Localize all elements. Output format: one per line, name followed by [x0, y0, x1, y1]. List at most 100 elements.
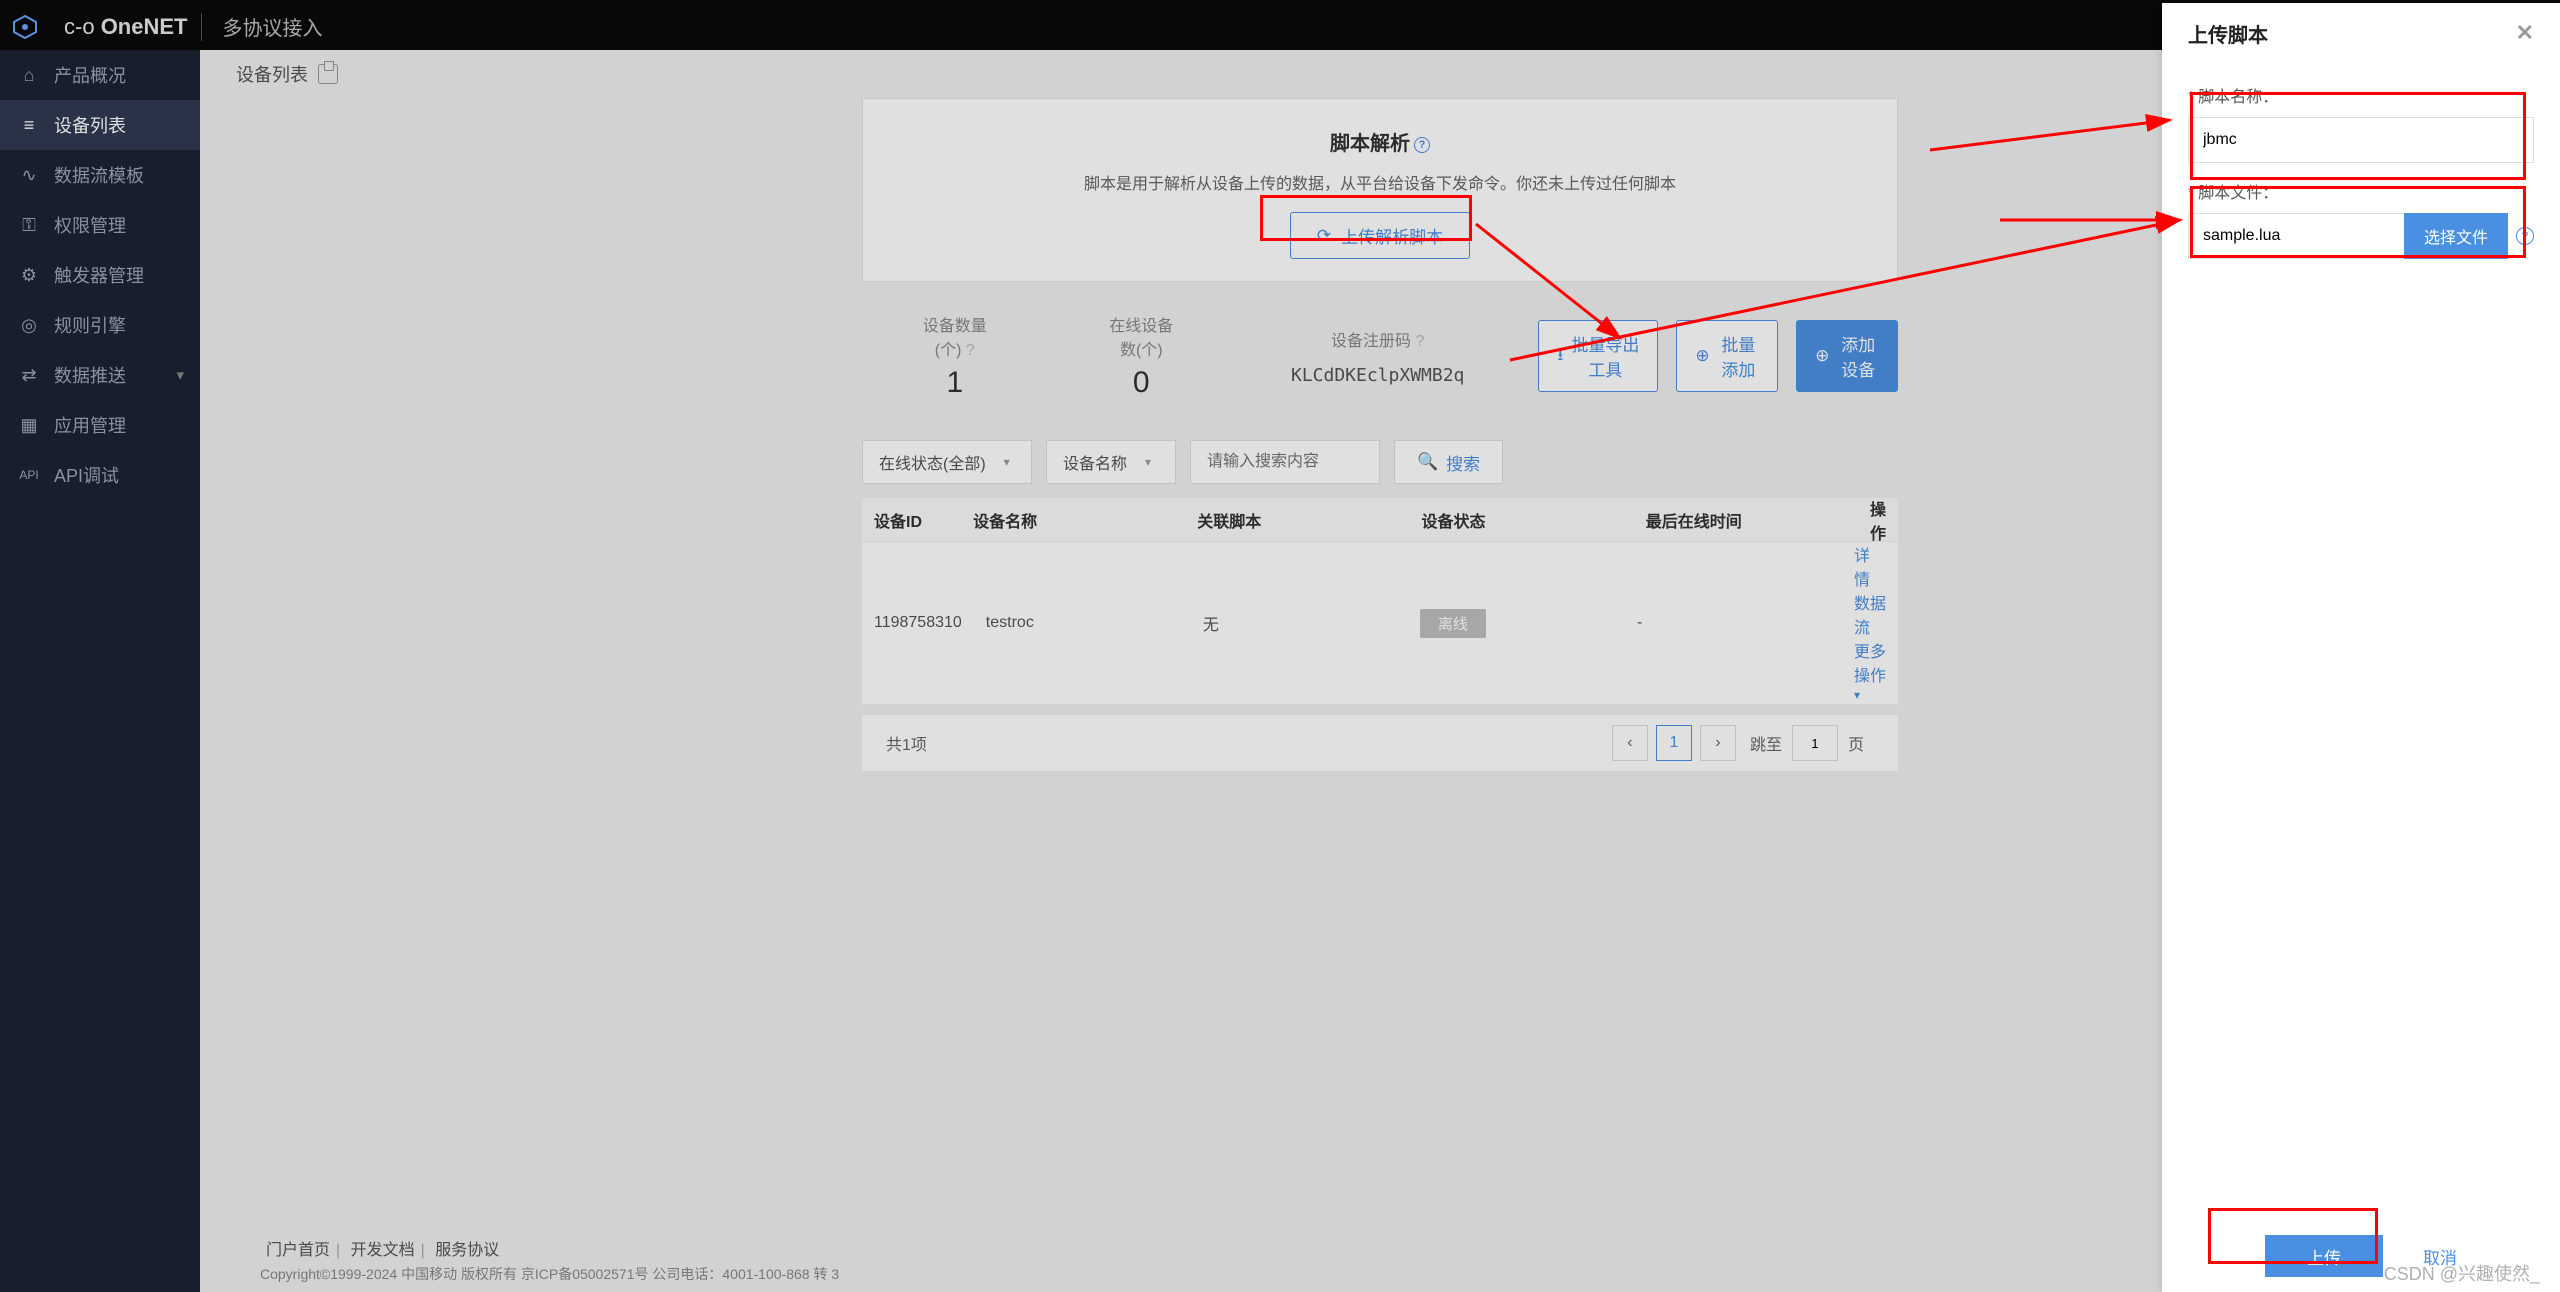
batch-add-button[interactable]: ⊕批量添加	[1676, 320, 1778, 392]
plus-circle-icon: ⊕	[1695, 346, 1709, 366]
upload-button[interactable]: 上传	[2265, 1235, 2383, 1277]
logo-text: c‑o OneNET	[50, 14, 201, 40]
stat-value: 0	[1104, 366, 1179, 400]
upload-icon: ⟳	[1317, 226, 1331, 246]
pager-page-1[interactable]: 1	[1656, 725, 1692, 761]
list-icon: ≡	[18, 115, 40, 136]
stat-regcode: 设备注册码 ? KLCdDKEclpXWMB2q	[1235, 327, 1520, 386]
cell-status: 离线	[1408, 609, 1625, 638]
batch-export-button[interactable]: ⭳批量导出工具	[1538, 320, 1658, 392]
drawer-body: *脚本名称： *脚本文件： 选择文件 ?	[2162, 63, 2560, 1220]
choose-file-button[interactable]: 选择文件	[2404, 213, 2508, 259]
stats-row: 设备数量(个) ? 1 在线设备数(个) 0 设备注册码 ? KLCdDKEcl…	[862, 312, 1898, 400]
cell-ops: 详情 数据流 更多操作	[1842, 542, 1898, 704]
add-device-button[interactable]: ⊕添加设备	[1796, 320, 1898, 392]
sidebar-item-label: 数据流模板	[54, 162, 144, 188]
sidebar-item-push[interactable]: ⇄数据推送▾	[0, 350, 200, 400]
cell-script: 无	[1191, 611, 1408, 635]
op-more-link[interactable]: 更多操作	[1854, 644, 1886, 703]
upload-btn-label: 上传解析脚本	[1341, 223, 1443, 248]
th-name: 设备名称	[961, 508, 1185, 532]
table-row: 1198758310 testroc 无 离线 - 详情 数据流 更多操作	[862, 542, 1898, 705]
footer-link-terms[interactable]: 服务协议	[435, 1242, 499, 1259]
th-ops: 操作	[1858, 496, 1898, 544]
sidebar-item-label: 产品概况	[54, 62, 126, 88]
pager-jump-label: 跳至	[1750, 731, 1782, 755]
pager-prev[interactable]: ‹	[1612, 725, 1648, 761]
script-name-input[interactable]	[2188, 117, 2534, 163]
sidebar-item-api[interactable]: API API调试	[0, 450, 200, 500]
upload-script-drawer: 上传脚本 ✕ *脚本名称： *脚本文件： 选择文件 ? 上传 取消	[2162, 3, 2560, 1292]
search-button[interactable]: 🔍搜索	[1394, 440, 1503, 484]
app-icon	[0, 14, 50, 40]
watermark: CSDN @兴趣使然_	[2384, 1260, 2540, 1286]
footer-link-docs[interactable]: 开发文档	[351, 1242, 415, 1259]
pager-total: 共1项	[886, 731, 927, 755]
sidebar-item-datastream[interactable]: ∿ 数据流模板	[0, 150, 200, 200]
help-icon[interactable]: ?	[1414, 137, 1430, 153]
drawer-title: 上传脚本	[2188, 19, 2268, 48]
protocol-title: 多协议接入	[202, 12, 342, 41]
table-header: 设备ID 设备名称 关联脚本 设备状态 最后在线时间 操作	[862, 498, 1898, 542]
field-dropdown[interactable]: 设备名称▾	[1046, 440, 1176, 484]
sidebar-item-label: API调试	[54, 462, 119, 488]
th-id: 设备ID	[862, 508, 961, 532]
plus-circle-icon: ⊕	[1815, 346, 1829, 366]
key-icon: ⚿	[18, 215, 40, 236]
pagination: 共1项 ‹ 1 › 跳至 页	[862, 715, 1898, 771]
close-icon[interactable]: ✕	[2516, 20, 2534, 46]
sidebar-item-trigger[interactable]: ⚙触发器管理	[0, 250, 200, 300]
target-icon: ◎	[18, 315, 40, 336]
sidebar-item-label: 规则引擎	[54, 312, 126, 338]
sidebar-item-permissions[interactable]: ⚿ 权限管理	[0, 200, 200, 250]
pager-jump-input[interactable]	[1792, 725, 1838, 761]
status-badge: 离线	[1420, 609, 1486, 638]
search-row: 在线状态(全部)▾ 设备名称▾ 🔍搜索	[862, 440, 1898, 484]
sidebar-item-apps[interactable]: ▦应用管理	[0, 400, 200, 450]
script-file-label: *脚本文件：	[2188, 179, 2534, 203]
sidebar-item-overview[interactable]: ⌂ 产品概况	[0, 50, 200, 100]
sidebar-item-label: 权限管理	[54, 212, 126, 238]
api-icon: API	[18, 468, 40, 482]
regcode-value: KLCdDKEclpXWMB2q	[1291, 365, 1464, 386]
download-icon: ⭳	[1557, 342, 1563, 371]
sidebar-item-label: 设备列表	[54, 112, 126, 138]
status-dropdown[interactable]: 在线状态(全部)▾	[862, 440, 1032, 484]
overview-icon: ⌂	[18, 65, 40, 86]
sidebar: ⌂ 产品概况 ≡ 设备列表 ∿ 数据流模板 ⚿ 权限管理 ⚙触发器管理 ◎ 规则引擎 ⇄数…	[0, 50, 200, 1292]
th-status: 设备状态	[1410, 508, 1634, 532]
drawer-header: 上传脚本 ✕	[2162, 3, 2560, 63]
upload-parse-script-button[interactable]: ⟳ 上传解析脚本	[1290, 212, 1470, 259]
card-desc: 脚本是用于解析从设备上传的数据，从平台给设备下发命令。你还未上传过任何脚本	[863, 170, 1897, 194]
op-detail-link[interactable]: 详情	[1854, 548, 1870, 589]
stat-value: 1	[918, 366, 992, 400]
op-stream-link[interactable]: 数据流	[1854, 596, 1886, 637]
chevron-down-icon: ▾	[1145, 455, 1151, 469]
pager-next[interactable]: ›	[1700, 725, 1736, 761]
cell-id: 1198758310	[862, 614, 974, 632]
copy-icon[interactable]	[318, 64, 338, 84]
stat-online-count: 在线设备数(个) 0	[1048, 312, 1235, 400]
chevron-down-icon: ▾	[1004, 455, 1010, 469]
transfer-icon: ⇄	[18, 365, 40, 386]
search-input[interactable]	[1190, 440, 1380, 484]
help-icon[interactable]: ?	[1415, 333, 1424, 350]
pager-page-unit: 页	[1848, 731, 1864, 755]
search-icon: 🔍	[1417, 452, 1438, 472]
stat-device-count: 设备数量(个) ? 1	[862, 312, 1048, 400]
th-time: 最后在线时间	[1634, 508, 1858, 532]
wave-icon: ∿	[18, 165, 40, 186]
help-icon[interactable]: ?	[2516, 227, 2534, 245]
sidebar-item-label: 触发器管理	[54, 262, 144, 288]
cell-time: -	[1625, 614, 1842, 632]
footer-link-portal[interactable]: 门户首页	[266, 1242, 330, 1259]
script-name-label: *脚本名称：	[2188, 83, 2534, 107]
sidebar-item-devices[interactable]: ≡ 设备列表	[0, 100, 200, 150]
help-icon[interactable]: ?	[966, 342, 975, 359]
sidebar-item-label: 应用管理	[54, 412, 126, 438]
cell-name: testroc	[974, 614, 1191, 632]
script-parse-card: 脚本解析? 脚本是用于解析从设备上传的数据，从平台给设备下发命令。你还未上传过任…	[862, 98, 1898, 282]
card-title: 脚本解析?	[863, 127, 1897, 156]
sidebar-item-rules[interactable]: ◎ 规则引擎	[0, 300, 200, 350]
script-file-input[interactable]	[2188, 213, 2404, 259]
